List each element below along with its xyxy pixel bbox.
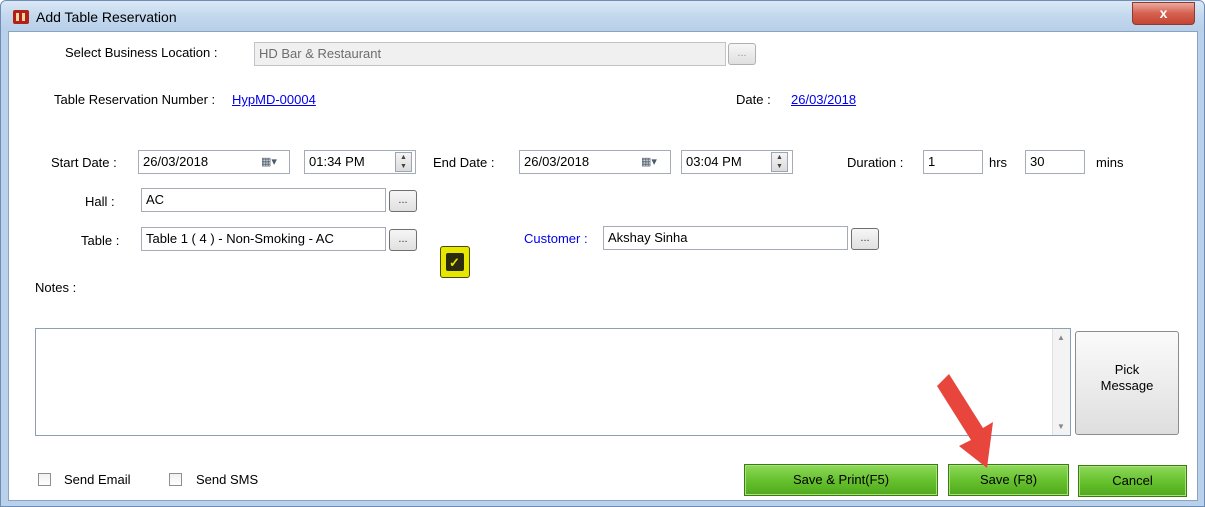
calendar-dropdown-icon[interactable]: ▦▾ xyxy=(261,155,283,171)
notes-scrollbar[interactable]: ▲ ▼ xyxy=(1052,329,1070,435)
business-location-browse-button[interactable]: ... xyxy=(728,43,756,65)
send-email-label: Send Email xyxy=(64,472,131,487)
send-sms-label: Send SMS xyxy=(196,472,259,487)
annotation-arrow-icon xyxy=(937,374,993,468)
end-date-value: 26/03/2018 xyxy=(524,154,590,169)
close-button[interactable]: x xyxy=(1132,2,1195,25)
title-bar: Add Table Reservation x xyxy=(1,1,1204,31)
form-body: Select Business Location : HD Bar & Rest… xyxy=(8,31,1198,501)
start-date-value: 26/03/2018 xyxy=(143,154,209,169)
pick-message-label: Pick Message xyxy=(1100,362,1154,393)
scroll-down-icon[interactable]: ▼ xyxy=(1057,422,1065,431)
date-label: Date : xyxy=(736,92,771,107)
window-title: Add Table Reservation xyxy=(36,9,177,25)
hours-unit-label: hrs xyxy=(989,155,1008,170)
date-link[interactable]: 26/03/2018 xyxy=(791,92,856,107)
add-table-reservation-window: Add Table Reservation x Select Business … xyxy=(0,0,1205,507)
table-browse-button[interactable]: ... xyxy=(389,229,417,251)
notes-label: Notes : xyxy=(35,280,77,295)
customer-link[interactable]: Customer : xyxy=(524,231,588,246)
hall-field[interactable]: AC xyxy=(141,188,386,212)
restaurant-app-icon xyxy=(13,10,29,24)
send-sms-checkbox[interactable] xyxy=(169,473,182,486)
start-time-spinner[interactable]: ▲ ▼ xyxy=(395,152,412,172)
table-availability-calendar-button[interactable] xyxy=(440,246,470,278)
end-time-value: 03:04 PM xyxy=(686,154,742,169)
scroll-up-icon[interactable]: ▲ xyxy=(1057,333,1065,342)
customer-browse-button[interactable]: ... xyxy=(851,228,879,250)
start-date-label: Start Date : xyxy=(51,155,117,170)
start-time-value: 01:34 PM xyxy=(309,154,365,169)
duration-minutes-input[interactable]: 30 xyxy=(1025,150,1085,174)
hall-browse-button[interactable]: ... xyxy=(389,190,417,212)
reservation-number-link[interactable]: HypMD-00004 xyxy=(232,92,316,107)
end-time-spinner[interactable]: ▲ ▼ xyxy=(771,152,788,172)
end-date-label: End Date : xyxy=(433,155,495,170)
minutes-unit-label: mins xyxy=(1096,155,1124,170)
table-field[interactable]: Table 1 ( 4 ) - Non-Smoking - AC xyxy=(141,227,386,251)
duration-hours-input[interactable]: 1 xyxy=(923,150,983,174)
duration-label: Duration : xyxy=(847,155,904,170)
notes-textarea[interactable]: ▲ ▼ xyxy=(35,328,1071,436)
business-location-label: Select Business Location : xyxy=(65,45,218,60)
calendar-check-icon xyxy=(446,253,464,271)
cancel-button[interactable]: Cancel xyxy=(1078,465,1187,497)
table-label: Table : xyxy=(81,233,120,248)
send-email-checkbox[interactable] xyxy=(38,473,51,486)
business-location-field[interactable]: HD Bar & Restaurant xyxy=(254,42,726,66)
pick-message-button[interactable]: Pick Message xyxy=(1075,331,1179,435)
save-print-button[interactable]: Save & Print(F5) xyxy=(744,464,938,496)
calendar-dropdown-icon[interactable]: ▦▾ xyxy=(641,155,663,171)
reservation-number-label: Table Reservation Number : xyxy=(54,92,216,107)
customer-field[interactable]: Akshay Sinha xyxy=(603,226,848,250)
hall-label: Hall : xyxy=(85,194,115,209)
